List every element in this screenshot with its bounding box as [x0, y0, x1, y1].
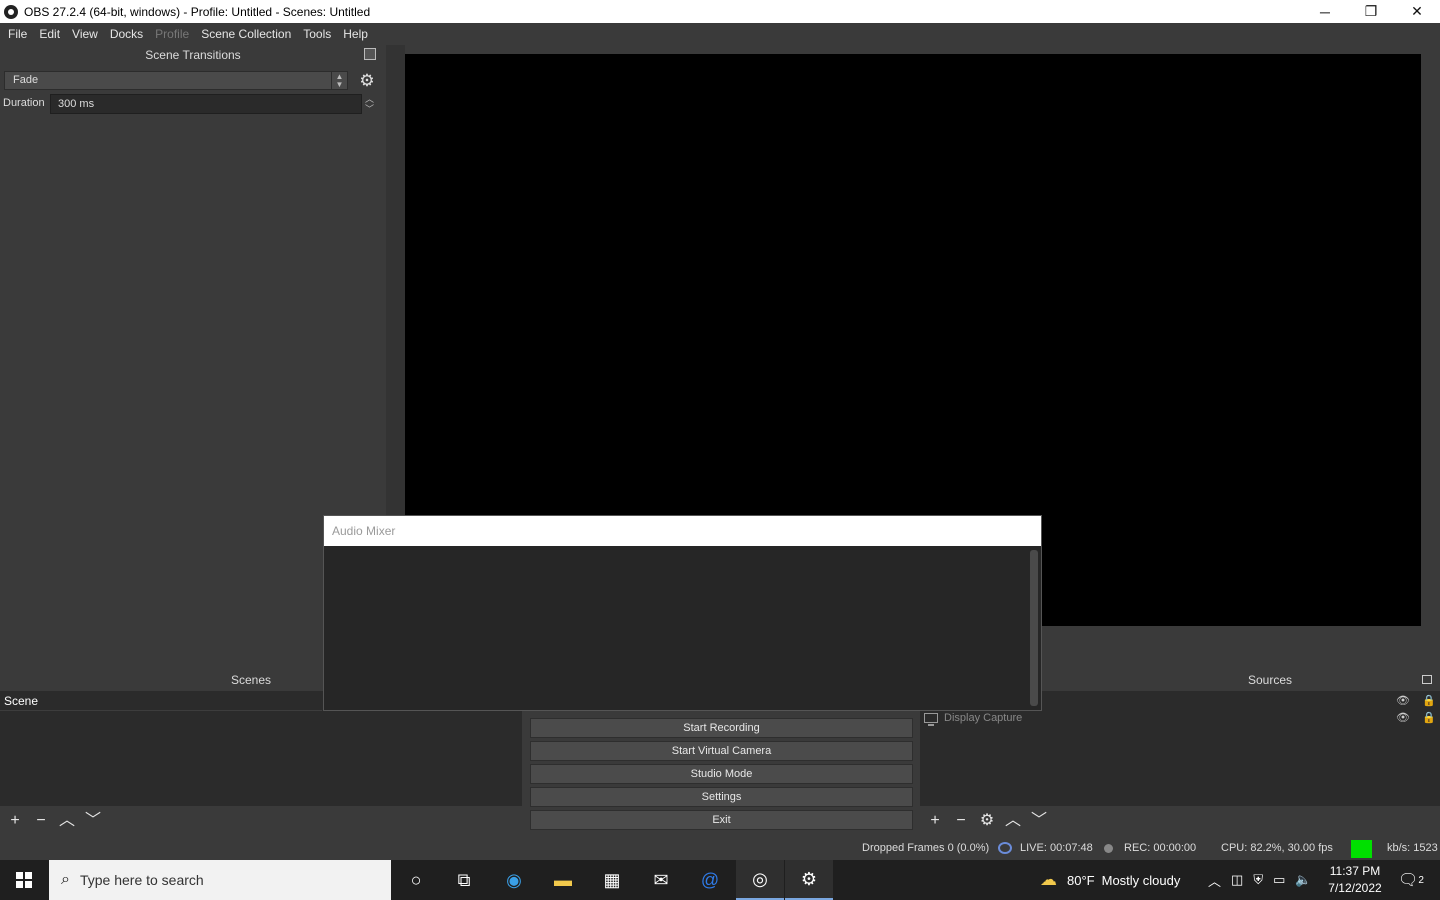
move-down-chevron-icon[interactable]: ﹀	[1028, 810, 1050, 832]
menu-help[interactable]: Help	[339, 27, 376, 41]
start-recording-button[interactable]: Start Recording	[530, 718, 913, 738]
duration-label: Duration	[3, 97, 45, 109]
taskbar-search[interactable]: ⌕ Type here to search	[49, 860, 391, 900]
source-properties-gear-icon[interactable]: ⚙	[976, 810, 998, 832]
obs-taskbar-icon[interactable]: ◎	[736, 860, 784, 900]
sources-title: Sources	[1247, 673, 1293, 687]
menu-tools[interactable]: Tools	[299, 27, 339, 41]
menu-profile[interactable]: Profile	[151, 27, 197, 41]
search-icon: ⌕	[61, 871, 70, 888]
add-source-plus-icon[interactable]: +	[924, 810, 946, 832]
notification-count: 2	[1418, 874, 1424, 886]
source-list-item[interactable]: Display Capture	[924, 710, 1022, 726]
record-dot-icon	[1104, 844, 1113, 853]
start-virtual-camera-button[interactable]: Start Virtual Camera	[530, 741, 913, 761]
clock[interactable]: 11:37 PM 7/12/2022	[1322, 863, 1388, 897]
window-controls: ─ ❐ ✕	[1302, 0, 1440, 23]
title-bar: OBS 27.2.4 (64-bit, windows) - Profile: …	[0, 0, 1440, 23]
obs-logo-icon	[4, 4, 18, 19]
eye-icon[interactable]: 👁	[1396, 711, 1410, 728]
move-up-chevron-icon[interactable]: ︿	[1002, 810, 1024, 832]
live-timer: LIVE: 00:07:48	[1020, 842, 1093, 854]
transition-select[interactable]: Fade ▲ ▼	[4, 71, 348, 90]
mail-icon[interactable]: ✉	[637, 860, 685, 900]
source-name: Display Capture	[944, 712, 1023, 724]
transition-properties-gear-icon[interactable]: ⚙	[356, 70, 378, 92]
system-tray: ︿ ◫ ⛨ ▭ 🔈	[1208, 860, 1312, 900]
cpu-usage: CPU: 82.2%, 30.00 fps	[1221, 842, 1333, 854]
dock-float-icon[interactable]	[1422, 675, 1432, 684]
task-view-icon[interactable]: ⧉	[440, 860, 488, 900]
menu-edit[interactable]: Edit	[35, 27, 68, 41]
weather-text: Mostly cloudy	[1101, 872, 1181, 888]
camera-icon[interactable]: ◫	[1231, 872, 1243, 888]
transition-select-value: Fade	[13, 74, 39, 86]
move-down-chevron-icon[interactable]: ﹀	[82, 810, 104, 832]
menu-docks[interactable]: Docks	[106, 27, 151, 41]
stream-health-indicator	[1351, 840, 1372, 858]
cloudy-weather-icon: ☁	[1040, 870, 1057, 889]
scene-transitions-title: Scene Transitions	[0, 45, 386, 65]
network-icon[interactable]: ▭	[1273, 872, 1285, 888]
dock-float-icon[interactable]	[364, 48, 376, 60]
spin-up-icon[interactable]: ︿	[362, 94, 377, 104]
rec-timer: REC: 00:00:00	[1124, 842, 1197, 854]
menu-view[interactable]: View	[68, 27, 106, 41]
audio-mixer-title[interactable]: Audio Mixer	[324, 516, 1041, 546]
edge-browser-icon[interactable]: ◉	[490, 860, 538, 900]
restore-button[interactable]: ❐	[1348, 0, 1394, 23]
duration-spinner[interactable]: ︿ ﹀	[362, 94, 377, 114]
file-explorer-icon[interactable]: ▬	[539, 860, 587, 900]
windows-logo-icon	[16, 872, 32, 888]
menu-file[interactable]: File	[4, 27, 35, 41]
audio-mixer-window: Audio Mixer	[323, 515, 1042, 711]
weather-widget[interactable]: ☁ 80°F Mostly cloudy	[1040, 860, 1180, 900]
audio-mixer-scrollbar[interactable]	[1030, 550, 1038, 706]
duration-input[interactable]: 300 ms	[50, 94, 362, 114]
add-scene-plus-icon[interactable]: +	[4, 810, 26, 832]
scene-transitions-label: Scene Transitions	[145, 48, 241, 62]
sources-toolbar: + − ⚙ ︿ ﹀	[920, 806, 1440, 835]
start-button[interactable]	[0, 860, 48, 900]
remove-source-minus-icon[interactable]: −	[950, 810, 972, 832]
scenes-toolbar: + − ︿ ﹀	[0, 806, 522, 835]
exit-button[interactable]: Exit	[530, 810, 913, 830]
move-up-chevron-icon[interactable]: ︿	[56, 810, 78, 832]
at-sign-app-icon[interactable]: @	[686, 860, 734, 900]
window-title: OBS 27.2.4 (64-bit, windows) - Profile: …	[24, 4, 371, 19]
studio-mode-button[interactable]: Studio Mode	[530, 764, 913, 784]
clock-time: 11:37 PM	[1329, 864, 1381, 878]
scene-list-item[interactable]: Scene	[0, 691, 322, 711]
show-hidden-icons-chevron-icon[interactable]: ︿	[1208, 871, 1221, 890]
store-icon[interactable]: ▦	[588, 860, 636, 900]
cortana-icon[interactable]: ○	[392, 860, 440, 900]
monitor-icon	[924, 713, 938, 726]
source-visibility-controls: 👁 🔒 👁 🔒	[1396, 694, 1436, 728]
eye-icon[interactable]: 👁	[1396, 694, 1410, 711]
close-button[interactable]: ✕	[1394, 0, 1440, 23]
status-bar: Dropped Frames 0 (0.0%) LIVE: 00:07:48 R…	[0, 838, 1440, 860]
lock-icon[interactable]: 🔒	[1422, 711, 1436, 728]
spin-down-icon[interactable]: ﹀	[362, 104, 377, 114]
security-icon[interactable]: ⛨	[1253, 872, 1263, 888]
chevron-updown-icon: ▲ ▼	[331, 72, 347, 89]
lock-icon[interactable]: 🔒	[1422, 694, 1436, 711]
dropped-frames: Dropped Frames 0 (0.0%)	[862, 842, 990, 854]
menu-scene-collection[interactable]: Scene Collection	[197, 27, 299, 41]
clock-date: 7/12/2022	[1328, 881, 1382, 895]
settings-button[interactable]: Settings	[530, 787, 913, 807]
settings-gear-icon[interactable]: ⚙	[785, 860, 833, 900]
remove-scene-minus-icon[interactable]: −	[30, 810, 52, 832]
menu-bar: File Edit View Docks Profile Scene Colle…	[0, 23, 1440, 45]
minimize-button[interactable]: ─	[1302, 0, 1348, 23]
live-broadcast-icon	[998, 842, 1012, 854]
bitrate: kb/s: 1523	[1387, 842, 1438, 854]
search-placeholder: Type here to search	[79, 872, 204, 888]
windows-taskbar: ⌕ Type here to search ○ ⧉ ◉ ▬ ▦ ✉ @ ◎ ⚙ …	[0, 860, 1440, 900]
weather-temp: 80°F	[1067, 872, 1095, 888]
notification-center-icon[interactable]: 🗨 2	[1398, 860, 1424, 900]
volume-muted-icon[interactable]: 🔈	[1295, 872, 1311, 888]
